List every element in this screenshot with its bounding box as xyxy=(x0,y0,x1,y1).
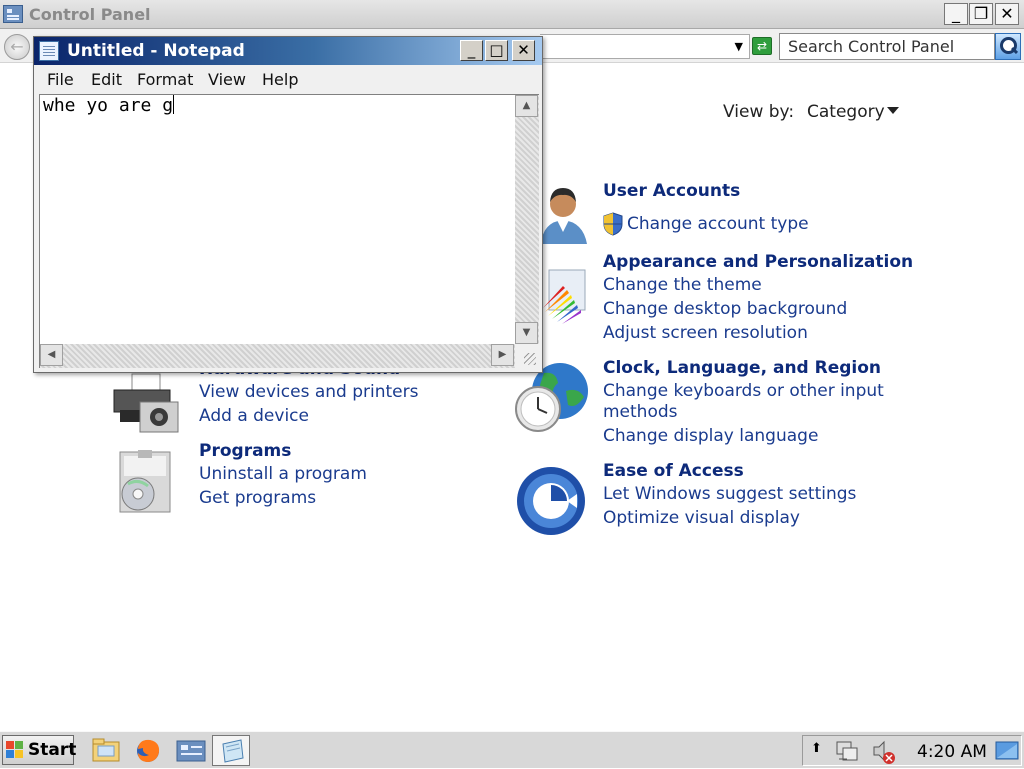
menu-help[interactable]: Help xyxy=(262,70,298,89)
link-adjust-screen-resolution[interactable]: Adjust screen resolution xyxy=(603,323,808,343)
text-caret xyxy=(173,95,175,114)
show-desktop-icon[interactable] xyxy=(995,740,1019,762)
link-change-desktop-background[interactable]: Change desktop background xyxy=(603,299,847,319)
window-title: Control Panel xyxy=(29,5,151,24)
printer-icon xyxy=(113,373,179,433)
menu-format[interactable]: Format xyxy=(137,70,193,89)
clock[interactable]: 4:20 AM xyxy=(917,742,987,762)
control-panel-icon xyxy=(3,5,23,23)
category-programs[interactable]: Programs xyxy=(199,441,291,461)
scroll-down-arrow-icon[interactable]: ▼ xyxy=(515,322,538,344)
restore-button[interactable]: ❐ xyxy=(969,3,993,25)
appearance-personalization-icon xyxy=(543,269,586,324)
back-button[interactable]: ← xyxy=(4,34,30,60)
link-view-devices-printers[interactable]: View devices and printers xyxy=(199,382,418,402)
link-uninstall-program[interactable]: Uninstall a program xyxy=(199,464,367,484)
resize-grip[interactable] xyxy=(515,344,539,368)
menu-view[interactable]: View xyxy=(208,70,246,89)
notepad-title: Untitled - Notepad xyxy=(67,41,245,61)
firefox-icon xyxy=(137,739,160,762)
windows-logo-icon xyxy=(6,741,24,759)
notepad-window: Untitled - Notepad _ □ ✕ File Edit Forma… xyxy=(33,36,543,373)
taskbar-control-panel-button[interactable] xyxy=(172,735,210,766)
minimize-button[interactable]: _ xyxy=(944,3,968,25)
taskbar-firefox-button[interactable] xyxy=(129,735,167,766)
category-clock-language-region[interactable]: Clock, Language, and Region xyxy=(603,358,881,378)
view-by-chevron-down-icon[interactable] xyxy=(887,107,899,114)
scroll-up-arrow-icon[interactable]: ▲ xyxy=(515,95,538,117)
link-change-keyboards[interactable]: Change keyboards or other input xyxy=(603,381,884,401)
view-by-dropdown[interactable]: Category xyxy=(807,102,885,122)
volume-muted-icon[interactable] xyxy=(871,739,897,765)
taskbar: Start ⬆ 4:20 AM xyxy=(0,731,1024,768)
vertical-scrollbar[interactable]: ▲ ▼ xyxy=(515,95,539,345)
notepad-menubar: File Edit Format View Help xyxy=(34,65,542,93)
link-change-display-language[interactable]: Change display language xyxy=(603,426,818,446)
scroll-right-arrow-icon[interactable]: ▶ xyxy=(491,344,514,366)
search-input[interactable]: Search Control Panel xyxy=(779,33,995,60)
menu-edit[interactable]: Edit xyxy=(91,70,122,89)
notepad-close-button[interactable]: ✕ xyxy=(512,40,535,61)
address-field[interactable]: ▼ xyxy=(540,34,750,59)
link-get-programs[interactable]: Get programs xyxy=(199,488,316,508)
category-ease-of-access[interactable]: Ease of Access xyxy=(603,461,744,481)
taskbar-explorer-button[interactable] xyxy=(86,735,124,766)
link-change-keyboards-cont[interactable]: methods xyxy=(603,402,678,422)
start-label: Start xyxy=(28,740,77,760)
notepad-text-area[interactable]: whe yo are g ▲ ▼ ◀ ▶ xyxy=(39,94,539,368)
refresh-button[interactable]: ⇄ xyxy=(752,37,772,55)
folder-icon xyxy=(92,738,120,762)
category-user-accounts[interactable]: User Accounts xyxy=(603,181,740,201)
user-accounts-icon xyxy=(541,188,587,244)
chevron-down-icon[interactable]: ▼ xyxy=(735,40,743,53)
taskbar-notepad-button[interactable] xyxy=(212,735,250,766)
menu-file[interactable]: File xyxy=(47,70,74,89)
category-appearance-personalization[interactable]: Appearance and Personalization xyxy=(603,252,913,272)
notepad-titlebar[interactable]: Untitled - Notepad _ □ ✕ xyxy=(34,37,542,65)
notepad-icon xyxy=(222,739,244,763)
control-panel-titlebar: Control Panel _ ❐ ✕ xyxy=(0,0,1024,29)
close-button[interactable]: ✕ xyxy=(995,3,1019,25)
ease-of-access-icon xyxy=(517,467,585,535)
scroll-left-arrow-icon[interactable]: ◀ xyxy=(40,344,63,366)
programs-icon xyxy=(119,450,171,513)
network-icon[interactable] xyxy=(835,739,861,763)
notepad-content: whe yo are g xyxy=(43,95,174,116)
system-tray: ⬆ 4:20 AM xyxy=(802,735,1022,766)
link-change-account-type[interactable]: Change account type xyxy=(627,214,809,234)
link-optimize-visual-display[interactable]: Optimize visual display xyxy=(603,508,800,528)
view-by-label: View by: xyxy=(723,102,795,122)
link-add-device[interactable]: Add a device xyxy=(199,406,309,426)
shield-icon xyxy=(603,212,623,236)
control-panel-icon xyxy=(176,740,206,762)
notepad-minimize-button[interactable]: _ xyxy=(460,40,483,61)
notepad-maximize-button[interactable]: □ xyxy=(485,40,508,61)
link-change-theme[interactable]: Change the theme xyxy=(603,275,762,295)
horizontal-scrollbar[interactable]: ◀ ▶ xyxy=(40,344,515,368)
show-hidden-icons-icon[interactable]: ⬆ xyxy=(811,741,822,756)
search-icon[interactable] xyxy=(995,33,1021,60)
notepad-icon xyxy=(39,41,59,61)
link-let-windows-suggest[interactable]: Let Windows suggest settings xyxy=(603,484,856,504)
start-button[interactable]: Start xyxy=(2,735,77,765)
